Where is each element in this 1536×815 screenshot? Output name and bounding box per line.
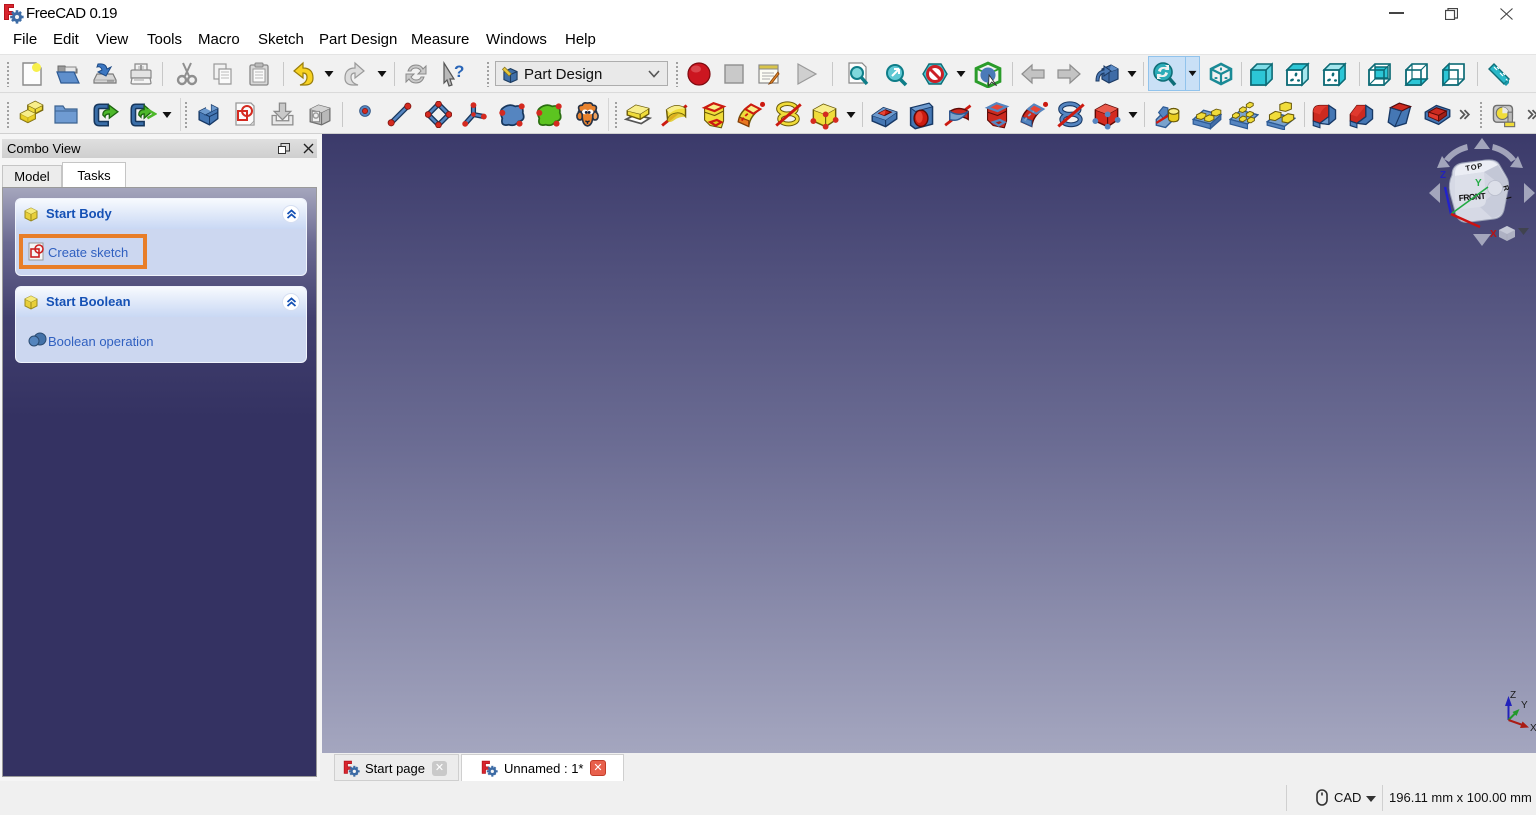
svg-text:Y: Y [1475,178,1482,189]
svg-text:X: X [1490,229,1497,240]
svg-text:Z: Z [1440,170,1446,181]
svg-text:Z: Z [1510,690,1516,701]
svg-text:Y: Y [1521,700,1528,711]
svg-text:X: X [1530,723,1536,734]
